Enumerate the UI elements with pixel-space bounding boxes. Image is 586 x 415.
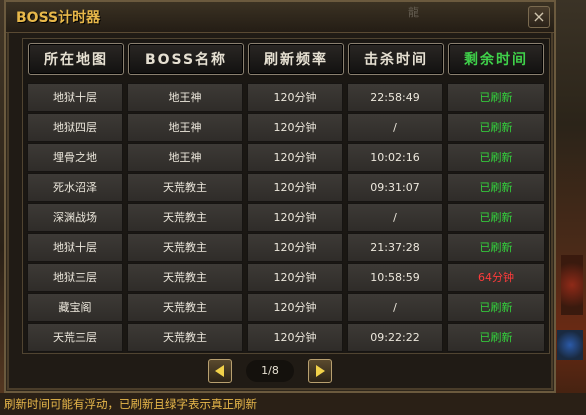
cell-boss-name: 天荒教主	[127, 173, 243, 202]
cell-boss-name: 天荒教主	[127, 323, 243, 352]
cell-map: 深渊战场	[27, 203, 123, 232]
cell-kill-time: 10:58:59	[347, 263, 443, 292]
table-row[interactable]: 天荒三层 天荒教主 120分钟 09:22:22 已刷新	[27, 323, 545, 352]
cell-remaining-time: 64分钟	[447, 263, 545, 292]
cell-boss-name: 地王神	[127, 113, 243, 142]
cell-kill-time: 21:37:28	[347, 233, 443, 262]
scene-character	[561, 255, 583, 315]
cell-boss-name: 天荒教主	[127, 263, 243, 292]
cell-boss-name: 天荒教主	[127, 293, 243, 322]
cell-refresh-rate: 120分钟	[247, 323, 343, 352]
cell-remaining-time: 已刷新	[447, 203, 545, 232]
dragon-ornament-icon: 龍	[408, 6, 421, 19]
cell-map: 死水沼泽	[27, 173, 123, 202]
cell-boss-name: 地王神	[127, 83, 243, 112]
cell-refresh-rate: 120分钟	[247, 83, 343, 112]
cell-kill-time: 09:31:07	[347, 173, 443, 202]
table-body: 地狱十层 地王神 120分钟 22:58:49 已刷新 地狱四层 地王神 120分钟 / 已刷新埋…	[27, 83, 545, 353]
close-button[interactable]: ×	[528, 6, 550, 28]
cell-kill-time: /	[347, 293, 443, 322]
scene-effect	[557, 330, 583, 360]
cell-refresh-rate: 120分钟	[247, 113, 343, 142]
cell-refresh-rate: 120分钟	[247, 203, 343, 232]
cell-map: 地狱十层	[27, 233, 123, 262]
cell-remaining-time: 已刷新	[447, 173, 545, 202]
boss-timer-window: BOSS计时器 龍 × 所在地图 BOSS名称 刷新频率 击杀时间 剩余时间 地狱十层地…	[4, 0, 556, 393]
cell-refresh-rate: 120分钟	[247, 293, 343, 322]
prev-page-button[interactable]	[208, 359, 232, 383]
table-row[interactable]: 地狱十层 天荒教主 120分钟 21:37:28 已刷新	[27, 233, 545, 262]
footer-note: 刷新时间可能有浮动，已刷新且绿字表示真正刷新	[4, 397, 257, 411]
cell-boss-name: 天荒教主	[127, 233, 243, 262]
cell-map: 藏宝阁	[27, 293, 123, 322]
cell-boss-name: 天荒教主	[127, 203, 243, 232]
footer-bar: 刷新时间可能有浮动，已刷新且绿字表示真正刷新	[0, 393, 586, 415]
title-bar[interactable]: BOSS计时器 龍 ×	[6, 2, 554, 33]
header-remaining-time[interactable]: 剩余时间	[448, 43, 544, 75]
next-page-button[interactable]	[308, 359, 332, 383]
cell-remaining-time: 已刷新	[447, 323, 545, 352]
cell-remaining-time: 已刷新	[447, 143, 545, 172]
header-kill-time[interactable]: 击杀时间	[348, 43, 444, 75]
table-row[interactable]: 地狱三层 天荒教主 120分钟 10:58:59 64分钟	[27, 263, 545, 292]
arrow-right-icon	[316, 365, 325, 377]
pagination: 1/8	[6, 359, 554, 387]
arrow-left-icon	[215, 365, 224, 377]
cell-refresh-rate: 120分钟	[247, 263, 343, 292]
window-title: BOSS计时器	[16, 10, 101, 26]
cell-kill-time: /	[347, 203, 443, 232]
cell-boss-name: 地王神	[127, 143, 243, 172]
boss-table: 所在地图 BOSS名称 刷新频率 击杀时间 剩余时间 地狱十层 地王神 120分钟 22:58…	[22, 38, 550, 354]
cell-kill-time: 22:58:49	[347, 83, 443, 112]
table-header: 所在地图 BOSS名称 刷新频率 击杀时间 剩余时间	[28, 43, 544, 77]
cell-refresh-rate: 120分钟	[247, 173, 343, 202]
table-row[interactable]: 深渊战场 天荒教主 120分钟 / 已刷新	[27, 203, 545, 232]
cell-kill-time: /	[347, 113, 443, 142]
header-map[interactable]: 所在地图	[28, 43, 124, 75]
table-row[interactable]: 地狱四层 地王神 120分钟 / 已刷新	[27, 113, 545, 142]
cell-map: 埋骨之地	[27, 143, 123, 172]
cell-map: 地狱十层	[27, 83, 123, 112]
game-scene-right	[555, 0, 586, 415]
cell-refresh-rate: 120分钟	[247, 143, 343, 172]
header-refresh-rate[interactable]: 刷新频率	[248, 43, 344, 75]
cell-refresh-rate: 120分钟	[247, 233, 343, 262]
table-row[interactable]: 地狱十层 地王神 120分钟 22:58:49 已刷新	[27, 83, 545, 112]
cell-map: 天荒三层	[27, 323, 123, 352]
table-row[interactable]: 死水沼泽 天荒教主 120分钟 09:31:07 已刷新	[27, 173, 545, 202]
cell-remaining-time: 已刷新	[447, 233, 545, 262]
cell-kill-time: 09:22:22	[347, 323, 443, 352]
table-row[interactable]: 藏宝阁 天荒教主 120分钟 / 已刷新	[27, 293, 545, 322]
cell-remaining-time: 已刷新	[447, 83, 545, 112]
cell-map: 地狱三层	[27, 263, 123, 292]
cell-remaining-time: 已刷新	[447, 113, 545, 142]
table-row[interactable]: 埋骨之地 地王神 120分钟 10:02:16 已刷新	[27, 143, 545, 172]
header-boss-name[interactable]: BOSS名称	[128, 43, 244, 75]
cell-kill-time: 10:02:16	[347, 143, 443, 172]
page-indicator: 1/8	[246, 360, 294, 382]
cell-remaining-time: 已刷新	[447, 293, 545, 322]
cell-map: 地狱四层	[27, 113, 123, 142]
